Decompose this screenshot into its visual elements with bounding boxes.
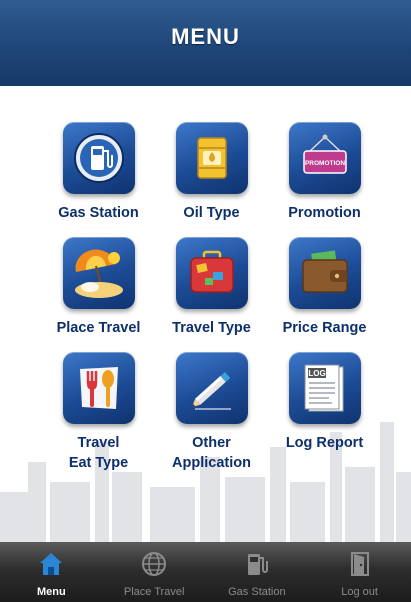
menu-item-label: Oil Type bbox=[183, 205, 240, 221]
tab-log-out[interactable]: Log out bbox=[308, 542, 411, 602]
place-travel-tile[interactable] bbox=[62, 237, 135, 309]
pencil-icon bbox=[191, 371, 231, 410]
tab-gas-station[interactable]: Gas Station bbox=[206, 542, 309, 602]
travel-type-tile[interactable] bbox=[175, 237, 248, 309]
gas-station-tile[interactable] bbox=[62, 122, 135, 194]
menu-item-travel-eat-type[interactable]: Travel Eat Type bbox=[42, 352, 155, 473]
wallet-icon bbox=[301, 250, 348, 293]
page-title: MENU bbox=[171, 24, 240, 49]
tab-label: Gas Station bbox=[228, 586, 286, 598]
promotion-sign-icon: PROMOTION bbox=[302, 134, 347, 174]
svg-text:LOG: LOG bbox=[308, 369, 325, 378]
tab-label: Menu bbox=[37, 586, 66, 598]
menu-item-log-report[interactable]: LOG Log Report bbox=[268, 352, 381, 473]
menu-item-place-travel[interactable]: Place Travel bbox=[42, 237, 155, 338]
log-document-icon: LOG bbox=[304, 364, 343, 412]
tab-label: Place Travel bbox=[123, 586, 185, 598]
menu-item-promotion[interactable]: PROMOTION Promotion bbox=[268, 122, 381, 223]
menu-content: Gas Station Oil Type PROMOTION Promotion… bbox=[0, 86, 411, 542]
tab-place-travel[interactable]: Place Travel bbox=[103, 542, 206, 602]
svg-text:PROMOTION: PROMOTION bbox=[304, 160, 344, 167]
tab-label: Log out bbox=[341, 586, 378, 598]
header-bar: MENU bbox=[0, 0, 411, 87]
menu-item-label: Travel Eat Type bbox=[68, 435, 129, 471]
beach-umbrella-icon bbox=[74, 249, 123, 298]
menu-item-label: Gas Station bbox=[58, 205, 139, 221]
menu-item-oil-type[interactable]: Oil Type bbox=[155, 122, 268, 223]
menu-item-label: Promotion bbox=[288, 205, 361, 221]
promotion-tile[interactable]: PROMOTION bbox=[288, 122, 361, 194]
gas-pump-icon bbox=[242, 549, 272, 584]
menu-item-label: Other Application bbox=[172, 435, 251, 471]
menu-item-other-application[interactable]: Other Application bbox=[155, 352, 268, 473]
menu-item-gas-station[interactable]: Gas Station bbox=[42, 122, 155, 223]
menu-item-label: Price Range bbox=[282, 320, 367, 336]
menu-item-label: Place Travel bbox=[56, 320, 141, 336]
fork-spoon-icon bbox=[79, 367, 118, 409]
globe-icon bbox=[139, 549, 169, 584]
home-icon bbox=[36, 549, 66, 584]
menu-item-travel-type[interactable]: Travel Type bbox=[155, 237, 268, 338]
other-application-tile[interactable] bbox=[175, 352, 248, 424]
menu-grid: Gas Station Oil Type PROMOTION Promotion… bbox=[42, 122, 382, 473]
menu-item-label: Travel Type bbox=[172, 320, 251, 336]
suitcase-icon bbox=[189, 250, 234, 293]
gas-pump-icon bbox=[73, 133, 124, 183]
menu-item-price-range[interactable]: Price Range bbox=[268, 237, 381, 338]
log-report-tile[interactable]: LOG bbox=[288, 352, 361, 424]
travel-eat-type-tile[interactable] bbox=[62, 352, 135, 424]
oil-type-tile[interactable] bbox=[175, 122, 248, 194]
tab-menu[interactable]: Menu bbox=[0, 542, 103, 602]
logout-door-icon bbox=[345, 549, 375, 584]
price-range-tile[interactable] bbox=[288, 237, 361, 309]
menu-item-label: Log Report bbox=[285, 435, 364, 451]
oil-drum-icon bbox=[196, 137, 227, 179]
bottom-tab-bar: Menu Place Travel Gas Station Log out bbox=[0, 542, 411, 602]
